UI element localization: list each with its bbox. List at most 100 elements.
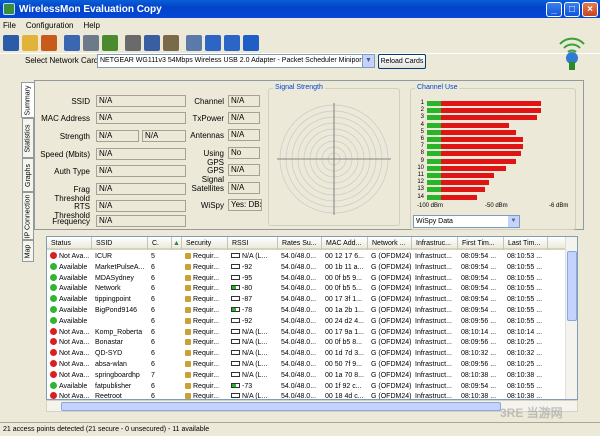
save-icon[interactable] [3,35,19,51]
web-icon[interactable] [205,35,221,51]
status-dot-icon [50,349,57,357]
table-row[interactable]: Available Network 6 Requir... -80 54.0/48.0..… [47,284,567,295]
scroll-thumb[interactable] [61,402,501,411]
chevron-down-icon[interactable]: ▼ [362,55,374,67]
menu-file[interactable]: File [3,21,16,30]
reload-cards-button[interactable]: Reload Cards [378,54,426,69]
network-icon[interactable] [64,35,80,51]
tab-graphs[interactable]: Graphs [22,158,34,192]
cell-ssid: absa-wlan [92,360,148,371]
chevron-down-icon[interactable]: ▼ [508,216,519,227]
cell-net: G (OFDM24) [368,284,412,295]
minimize-button[interactable]: _ [546,1,562,17]
checklist-icon[interactable] [144,35,160,51]
vertical-scrollbar[interactable] [565,237,577,399]
table-row[interactable]: Available MarketPulseA... 6 Requir... -92 54.… [47,262,567,274]
cell-text: G (OFDM24) [371,360,412,368]
cell-last: 08:10:14 ... [504,328,548,339]
column-header[interactable]: Status [47,237,92,250]
export-icon[interactable] [102,35,118,51]
column-header[interactable]: Network ... [368,237,412,250]
cell-rates: 54.0/48.0... [278,263,322,274]
cell-sec: Requir... [182,263,228,274]
column-header[interactable]: Last Tim... [504,237,548,250]
column-header[interactable]: C. [148,237,172,250]
wispy-data-select[interactable]: WiSpy Data ▼ [413,215,520,228]
table-row[interactable]: Available 6 Requir... -92 54.0/48.0... 00 24 … [47,316,567,328]
cell-mac: 00 18 4d c... [322,392,368,399]
cell-net: G (OFDM24) [368,382,412,393]
table-row[interactable]: Not Ava... springboardhp 7 Requir... N/A (L.… [47,370,567,382]
cell-text: G (OFDM24) [371,296,412,304]
sort-arrow-icon[interactable]: ▲ [172,237,182,250]
table-row[interactable]: Not Ava... Reetroot 6 Requir... N/A (L... 54.… [47,392,567,399]
close-button[interactable]: × [582,1,598,17]
access-point-list[interactable]: Status SSID C. ▲ Security RSSI Rates Su... MAC … [46,236,578,400]
channel-number: 5 [420,128,424,135]
cell-status: Available [47,284,92,295]
channel-number: 11 [417,172,424,178]
axis-max: -6 dBm [549,203,569,209]
column-header[interactable]: Security [182,237,228,250]
lock-icon [185,360,191,367]
help-icon[interactable] [243,35,259,51]
tab-ip-connection[interactable]: IP Connection [22,192,34,240]
column-header[interactable]: Rates Su... [278,237,322,250]
cell-mac: 00 0f b5 8... [322,338,368,349]
menu-configuration[interactable]: Configuration [26,21,74,30]
table-row[interactable]: Available MDASydney 6 Requir... -95 54.0/48.0… [47,273,567,285]
table-row[interactable]: Not Ava... absa-wlan 6 Requir... N/A (L... 54… [47,359,567,371]
column-header[interactable]: RSSI [228,237,278,250]
cell-rssi: -78 [228,306,278,317]
cell-text: tippingpoint [95,296,131,304]
column-header[interactable]: Infrastruc... [412,237,458,250]
table-row[interactable]: Available fatpublisher 6 Requir... -73 54.0/4… [47,381,567,393]
cell-text: G (OFDM24) [371,350,412,358]
table-row[interactable]: Not Ava... ICUR 5 Requir... N/A (L... 54.0/48… [47,252,567,263]
document-icon[interactable] [186,35,202,51]
tab-summary[interactable]: Summary [21,82,35,118]
update-icon[interactable] [224,35,240,51]
status-dot-icon [50,284,57,292]
menu-help[interactable]: Help [83,21,99,30]
table-row[interactable]: Not Ava... QD-SYD 6 Requir... N/A (L... 54.0/… [47,349,567,360]
channel-number: 4 [420,121,424,128]
record-icon[interactable] [41,35,57,51]
cell-ch: 6 [148,295,172,306]
open-folder-icon[interactable] [22,35,38,51]
cell-ch: 6 [148,274,172,285]
clipboard-icon[interactable] [163,35,179,51]
cell-text: ICUR [95,253,113,260]
cell-text: 54.0/48.0... [281,263,317,271]
column-header[interactable]: MAC Add... [322,237,368,250]
cell-text: 54.0/48.0... [281,296,317,304]
table-row[interactable]: Not Ava... Bonastar 6 Requir... N/A (L... 54.… [47,338,567,349]
network-card-select[interactable]: NETGEAR WG111v3 54Mbps Wireless USB 2.0 … [97,54,375,68]
cell-text: Not Ava... [59,350,90,358]
table-row[interactable]: Available tippingpoint 6 Requir... -87 54.0/4… [47,295,567,306]
cell-text: Available [59,296,88,304]
gps-signal-value: N/A [228,164,260,176]
print-icon[interactable] [125,35,141,51]
table-row[interactable]: Not Ava... Komp_Roberta 6 Requir... N/A (L..… [47,327,567,339]
cell-rssi: -73 [228,382,278,393]
horizontal-scrollbar[interactable] [46,400,578,412]
maximize-button[interactable]: □ [564,1,580,17]
cell-net: G (OFDM24) [368,252,412,263]
column-header[interactable]: First Tim... [458,237,504,250]
cell-text: 6 [151,382,155,390]
cell-text: 00 1f 92 c... [325,382,362,390]
cell-text: -73 [242,382,253,390]
table-row[interactable]: Available BigPond9146 6 Requir... -78 54.0/48… [47,305,567,317]
antennas-label: Antennas [190,131,224,140]
cell-text: 08:09:54 ... [461,274,497,282]
network-map-icon[interactable] [83,35,99,51]
scroll-thumb[interactable] [567,251,577,321]
column-header[interactable]: SSID [92,237,148,250]
cell-text: fatpublisher [95,382,132,390]
tab-statistics[interactable]: Statistics [22,118,34,158]
cell-rates: 54.0/48.0... [278,382,322,393]
cell-infra: Infrastruct... [412,382,458,393]
tab-map[interactable]: Map [22,240,34,262]
cell-mac: 00 12 17 6... [322,252,368,263]
